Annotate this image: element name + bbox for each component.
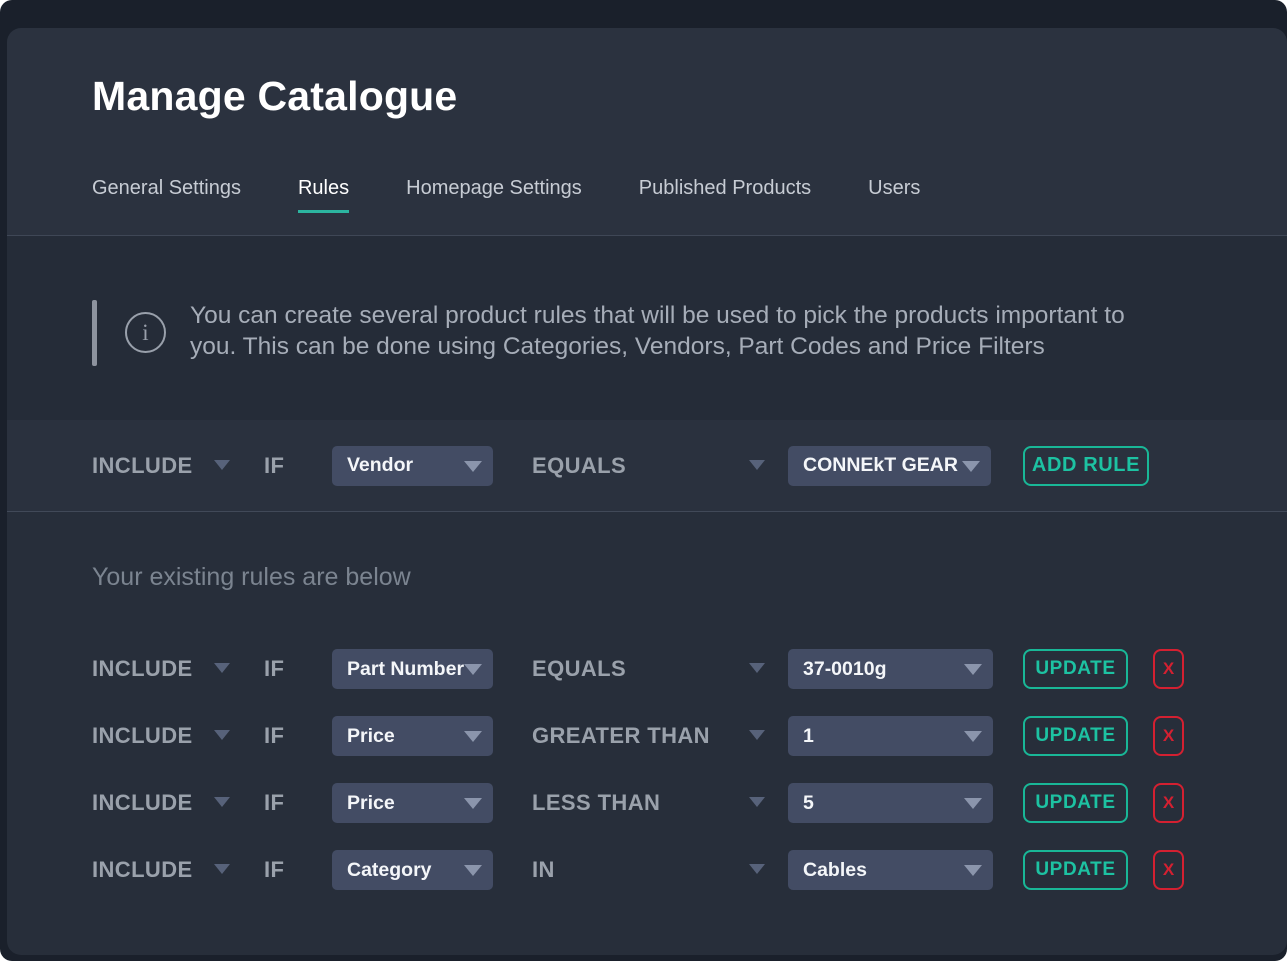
chevron-down-icon xyxy=(464,865,482,876)
if-label: IF xyxy=(264,453,284,478)
chevron-down-icon xyxy=(964,664,982,675)
include-dropdown-label[interactable]: INCLUDE xyxy=(92,790,193,815)
operator-dropdown-label[interactable]: EQUALS xyxy=(532,453,626,478)
update-rule-button[interactable]: UPDATE xyxy=(1023,850,1128,890)
chevron-down-icon[interactable] xyxy=(749,797,765,807)
chevron-down-icon[interactable] xyxy=(749,730,765,740)
panel-header: Manage Catalogue General Settings Rules … xyxy=(7,28,1287,236)
chevron-down-icon xyxy=(464,731,482,742)
add-rule-button[interactable]: ADD RULE xyxy=(1023,446,1149,486)
manage-catalogue-panel: Manage Catalogue General Settings Rules … xyxy=(7,28,1287,955)
value-dropdown-value: 1 xyxy=(803,725,814,748)
chevron-down-icon[interactable] xyxy=(214,864,230,874)
rule-row: INCLUDE IF Category IN xyxy=(92,850,1287,890)
delete-rule-button[interactable]: X xyxy=(1153,649,1184,689)
value-dropdown-value: Cables xyxy=(803,859,867,882)
tab-published-products[interactable]: Published Products xyxy=(639,177,811,213)
operator-dropdown-label[interactable]: IN xyxy=(532,857,555,882)
chevron-down-icon xyxy=(964,798,982,809)
delete-rule-button[interactable]: X xyxy=(1153,716,1184,756)
field-dropdown-value: Vendor xyxy=(347,454,413,477)
delete-rule-button[interactable]: X xyxy=(1153,783,1184,823)
tab-bar: General Settings Rules Homepage Settings… xyxy=(7,177,1287,213)
include-dropdown-label[interactable]: INCLUDE xyxy=(92,656,193,681)
field-dropdown-value: Category xyxy=(347,859,432,882)
app-background: Manage Catalogue General Settings Rules … xyxy=(0,0,1287,961)
field-dropdown[interactable]: Price xyxy=(332,716,493,756)
field-dropdown[interactable]: Part Number xyxy=(332,649,493,689)
chevron-down-icon[interactable] xyxy=(214,730,230,740)
info-text: You can create several product rules tha… xyxy=(190,300,1175,362)
if-label: IF xyxy=(264,790,284,815)
chevron-down-icon xyxy=(964,731,982,742)
include-dropdown-label[interactable]: INCLUDE xyxy=(92,723,193,748)
delete-rule-button[interactable]: X xyxy=(1153,850,1184,890)
operator-dropdown-label[interactable]: EQUALS xyxy=(532,656,626,681)
chevron-down-icon[interactable] xyxy=(749,460,765,470)
field-dropdown-value: Price xyxy=(347,725,395,748)
value-dropdown[interactable]: 5 xyxy=(788,783,993,823)
update-rule-button[interactable]: UPDATE xyxy=(1023,649,1128,689)
tab-users[interactable]: Users xyxy=(868,177,920,213)
operator-dropdown-label[interactable]: LESS THAN xyxy=(532,790,660,815)
info-icon: i xyxy=(125,312,166,353)
tab-general-settings[interactable]: General Settings xyxy=(92,177,241,213)
field-dropdown-value: Part Number xyxy=(347,658,464,681)
value-dropdown[interactable]: 37-0010g xyxy=(788,649,993,689)
value-dropdown-value: 5 xyxy=(803,792,814,815)
info-section: i You can create several product rules t… xyxy=(7,236,1287,420)
value-dropdown[interactable]: 1 xyxy=(788,716,993,756)
update-rule-button[interactable]: UPDATE xyxy=(1023,783,1128,823)
info-accent-bar xyxy=(92,300,97,366)
existing-rules-section: Your existing rules are below INCLUDE IF… xyxy=(7,512,1287,955)
chevron-down-icon xyxy=(964,865,982,876)
tab-rules[interactable]: Rules xyxy=(298,177,349,213)
field-dropdown[interactable]: Vendor xyxy=(332,446,493,486)
rule-row: INCLUDE IF Part Number EQUALS xyxy=(92,649,1287,689)
if-label: IF xyxy=(264,656,284,681)
value-dropdown[interactable]: CONNEkT GEAR xyxy=(788,446,991,486)
rule-row: INCLUDE IF Price GREATER THAN xyxy=(92,716,1287,756)
chevron-down-icon xyxy=(464,798,482,809)
value-dropdown-value: CONNEkT GEAR xyxy=(803,454,958,477)
rule-builder-row: INCLUDE IF Vendor EQUALS CONNEkT GEAR AD… xyxy=(7,420,1287,512)
existing-rules-heading: Your existing rules are below xyxy=(7,512,1287,592)
chevron-down-icon[interactable] xyxy=(749,663,765,673)
field-dropdown-value: Price xyxy=(347,792,395,815)
chevron-down-icon[interactable] xyxy=(749,864,765,874)
chevron-down-icon xyxy=(962,461,980,472)
rule-row: INCLUDE IF Price LESS THAN xyxy=(92,783,1287,823)
field-dropdown[interactable]: Category xyxy=(332,850,493,890)
include-dropdown-label[interactable]: INCLUDE xyxy=(92,453,193,478)
if-label: IF xyxy=(264,857,284,882)
value-dropdown-value: 37-0010g xyxy=(803,658,886,681)
chevron-down-icon xyxy=(464,461,482,472)
value-dropdown[interactable]: Cables xyxy=(788,850,993,890)
if-label: IF xyxy=(264,723,284,748)
page-title: Manage Catalogue xyxy=(7,28,1287,121)
tab-homepage-settings[interactable]: Homepage Settings xyxy=(406,177,582,213)
include-dropdown-label[interactable]: INCLUDE xyxy=(92,857,193,882)
chevron-down-icon[interactable] xyxy=(214,460,230,470)
chevron-down-icon[interactable] xyxy=(214,797,230,807)
chevron-down-icon xyxy=(464,664,482,675)
chevron-down-icon[interactable] xyxy=(214,663,230,673)
existing-rules-list: INCLUDE IF Part Number EQUALS xyxy=(7,649,1287,890)
update-rule-button[interactable]: UPDATE xyxy=(1023,716,1128,756)
operator-dropdown-label[interactable]: GREATER THAN xyxy=(532,723,710,748)
field-dropdown[interactable]: Price xyxy=(332,783,493,823)
